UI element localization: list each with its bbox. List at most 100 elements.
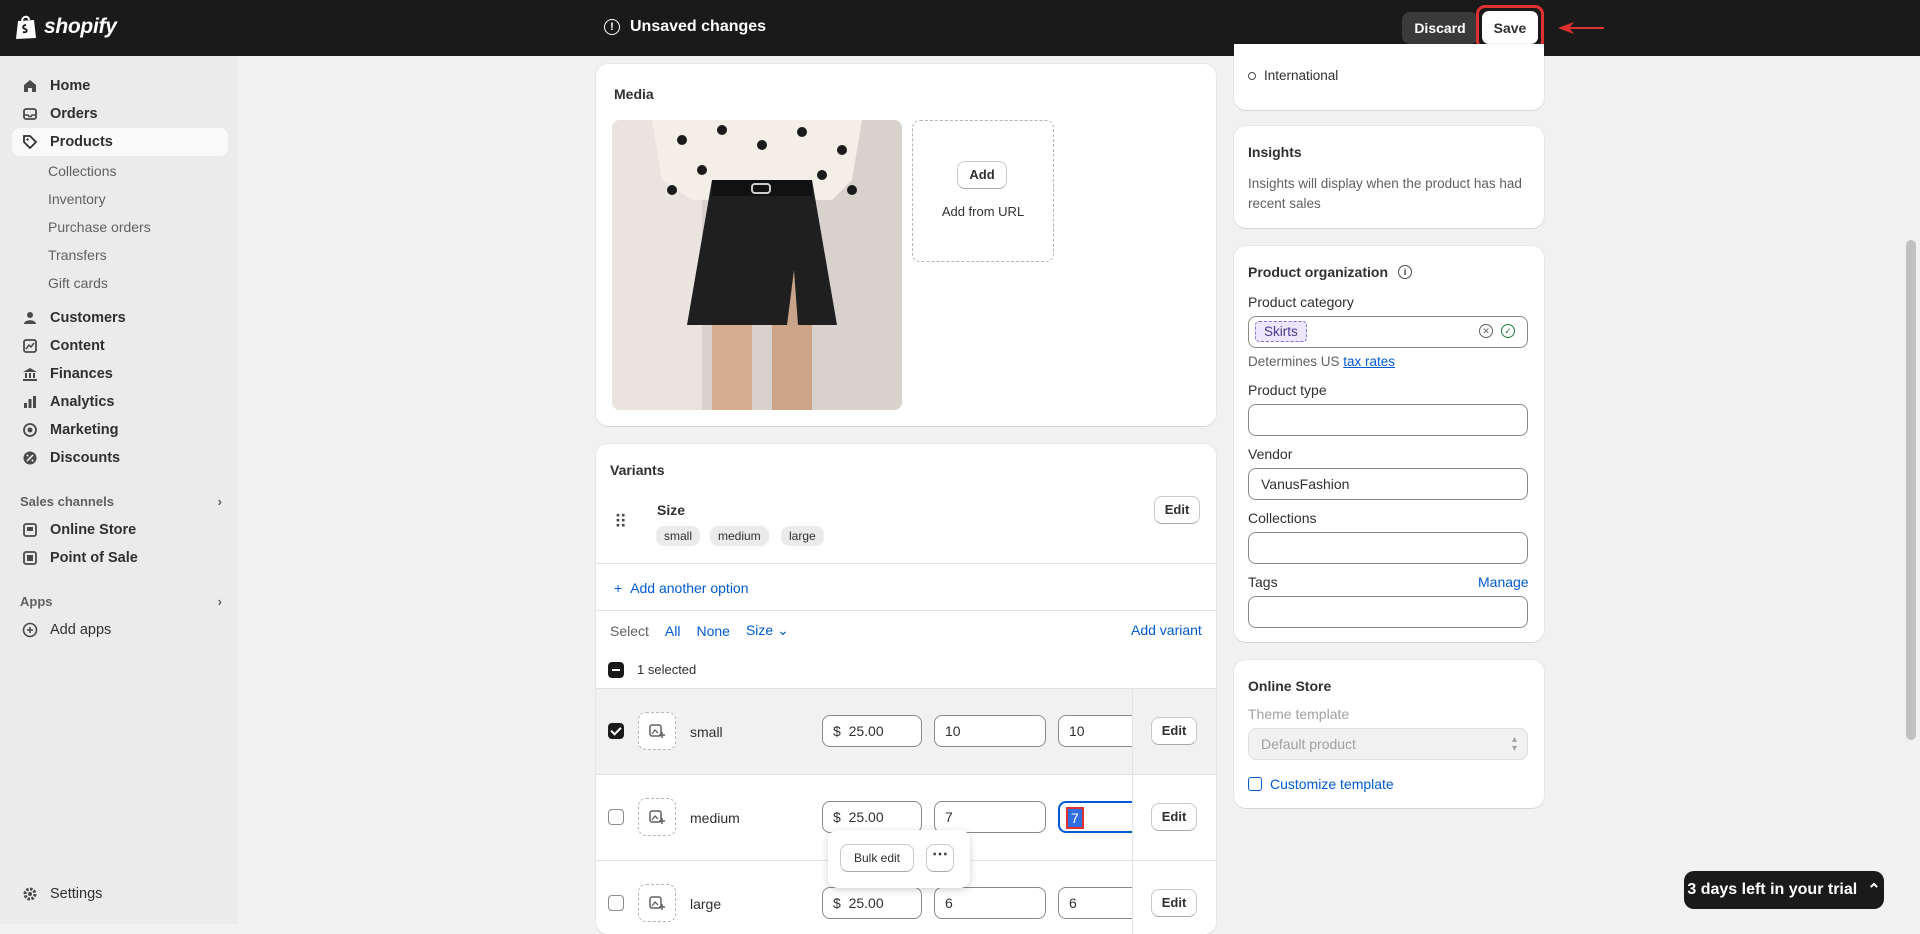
brand-name: shopify xyxy=(44,15,117,38)
content-icon xyxy=(23,339,37,353)
bulk-actions-popover: Bulk edit ⋯ xyxy=(828,830,970,888)
sidebar-item-label: Products xyxy=(50,134,113,150)
row-checkbox[interactable] xyxy=(608,895,624,911)
sidebar-subitem-collections[interactable]: Collections xyxy=(48,163,116,179)
product-type-input[interactable] xyxy=(1248,404,1528,436)
quantity-input[interactable]: 6 xyxy=(934,887,1046,919)
collections-label: Collections xyxy=(1248,510,1317,526)
sidebar-subitem-transfers[interactable]: Transfers xyxy=(48,247,107,263)
sidebar-item-online-store[interactable]: Online Store xyxy=(12,516,228,544)
row-actions: Edit xyxy=(1132,689,1216,775)
sidebar-item-discounts[interactable]: Discounts xyxy=(12,444,228,472)
sidebar-item-marketing[interactable]: Marketing xyxy=(12,416,228,444)
sidebar-subitem-gift-cards[interactable]: Gift cards xyxy=(48,275,108,291)
sidebar-item-settings[interactable]: Settings xyxy=(12,880,228,908)
scrollbar-thumb[interactable] xyxy=(1906,240,1916,740)
drag-handle-icon[interactable]: ⠿ xyxy=(614,512,627,533)
add-from-url-link[interactable]: Add from URL xyxy=(913,204,1053,219)
quantity-input[interactable]: 10 xyxy=(934,715,1046,747)
plus-icon: + xyxy=(614,580,623,596)
divider xyxy=(596,610,1216,611)
quantity-input-secondary[interactable]: 6 xyxy=(1058,887,1138,919)
customize-template-link[interactable]: Customize template xyxy=(1248,776,1394,792)
price-value: 25.00 xyxy=(848,809,884,825)
variant-image-placeholder[interactable] xyxy=(638,712,676,750)
discard-button[interactable]: Discard xyxy=(1402,12,1478,44)
sidebar-item-add-apps[interactable]: Add apps xyxy=(12,616,228,644)
sidebar-item-content[interactable]: Content xyxy=(12,332,228,360)
select-bar: Select All None Size ⌄ xyxy=(610,622,789,639)
category-label: Product category xyxy=(1248,294,1354,310)
apps-header[interactable]: Apps › xyxy=(20,594,222,609)
org-title: Product organization i xyxy=(1248,264,1412,280)
price-value: 25.00 xyxy=(848,895,884,911)
quantity-input-secondary-focused[interactable]: 7 xyxy=(1058,801,1138,833)
bulk-edit-button[interactable]: Bulk edit xyxy=(840,844,914,872)
tax-note-text: Determines US xyxy=(1248,354,1344,369)
sidebar-item-point-of-sale[interactable]: Point of Sale xyxy=(12,544,228,572)
edit-variant-button[interactable]: Edit xyxy=(1151,889,1197,917)
select-all-checkbox[interactable] xyxy=(608,662,624,678)
tags-input[interactable] xyxy=(1248,596,1528,628)
info-icon[interactable]: i xyxy=(1398,265,1412,279)
price-input[interactable]: $ 25.00 xyxy=(822,801,922,833)
edit-variant-button[interactable]: Edit xyxy=(1151,803,1197,831)
sidebar-item-customers[interactable]: Customers xyxy=(12,304,228,332)
sales-channels-header[interactable]: Sales channels › xyxy=(20,494,222,509)
table-row[interactable]: small $ 25.00 10 10 Edit xyxy=(596,688,1216,775)
variant-image-placeholder[interactable] xyxy=(638,798,676,836)
quantity-input[interactable]: 7 xyxy=(934,801,1046,833)
shopify-bag-icon xyxy=(16,15,36,39)
add-variant-link[interactable]: Add variant xyxy=(1131,622,1202,638)
collections-input[interactable] xyxy=(1248,532,1528,564)
sidebar-item-finances[interactable]: Finances xyxy=(12,360,228,388)
clear-icon[interactable]: ✕ xyxy=(1479,324,1493,338)
manage-tags-link[interactable]: Manage xyxy=(1478,574,1529,590)
sidebar-item-label: Content xyxy=(50,338,105,354)
check-icon[interactable]: ✓ xyxy=(1501,324,1515,338)
sidebar-item-label: Customers xyxy=(50,310,126,326)
add-image-icon xyxy=(649,810,665,824)
category-chip: Skirts xyxy=(1255,321,1307,342)
sidebar-subitem-inventory[interactable]: Inventory xyxy=(48,191,106,207)
tax-rates-link[interactable]: tax rates xyxy=(1343,354,1395,369)
row-checkbox[interactable] xyxy=(608,809,624,825)
theme-template-value: Default product xyxy=(1261,736,1356,752)
trial-banner[interactable]: 3 days left in your trial ⌃ xyxy=(1684,871,1884,909)
select-all-link[interactable]: All xyxy=(665,623,681,639)
theme-template-label: Theme template xyxy=(1248,706,1350,722)
variant-name: large xyxy=(690,896,722,912)
sidebar-item-analytics[interactable]: Analytics xyxy=(12,388,228,416)
price-input[interactable]: $ 25.00 xyxy=(822,715,922,747)
variant-image-placeholder[interactable] xyxy=(638,884,676,922)
sidebar-item-products[interactable]: Products xyxy=(12,128,228,156)
size-filter-dropdown[interactable]: Size ⌄ xyxy=(746,622,789,639)
sidebar-item-orders[interactable]: Orders xyxy=(12,100,228,128)
skirt-photo xyxy=(612,120,902,410)
add-another-option-link[interactable]: + Add another option xyxy=(614,580,749,596)
currency-symbol: $ xyxy=(833,723,841,739)
sidebar-item-label: Online Store xyxy=(50,522,137,538)
quantity-input-secondary[interactable]: 10 xyxy=(1058,715,1138,747)
row-checkbox[interactable] xyxy=(608,723,624,739)
save-button[interactable]: Save xyxy=(1482,11,1538,44)
theme-template-select[interactable]: Default product ▴ ▾ xyxy=(1248,728,1528,760)
online-store-title: Online Store xyxy=(1248,678,1332,694)
edit-variant-button[interactable]: Edit xyxy=(1151,717,1197,745)
price-input[interactable]: $ 25.00 xyxy=(822,887,922,919)
vendor-input[interactable]: VanusFashion xyxy=(1248,468,1528,500)
category-input[interactable]: Skirts ✕ ✓ xyxy=(1248,316,1528,348)
product-image[interactable] xyxy=(612,120,902,410)
more-actions-icon[interactable]: ⋯ xyxy=(926,844,954,872)
select-none-link[interactable]: None xyxy=(696,623,729,639)
add-media-button[interactable]: Add xyxy=(957,161,1007,189)
variants-title: Variants xyxy=(610,462,665,478)
media-dropzone[interactable]: Add Add from URL xyxy=(912,120,1054,262)
chevron-right-icon: › xyxy=(217,494,222,509)
circle-icon xyxy=(1248,71,1256,80)
sidebar-subitem-purchase-orders[interactable]: Purchase orders xyxy=(48,219,151,235)
online-store-card: Online Store Theme template Default prod… xyxy=(1234,660,1544,808)
sidebar-item-home[interactable]: Home xyxy=(12,72,228,100)
edit-option-button[interactable]: Edit xyxy=(1154,496,1200,524)
shopify-logo[interactable]: shopify xyxy=(14,14,117,40)
